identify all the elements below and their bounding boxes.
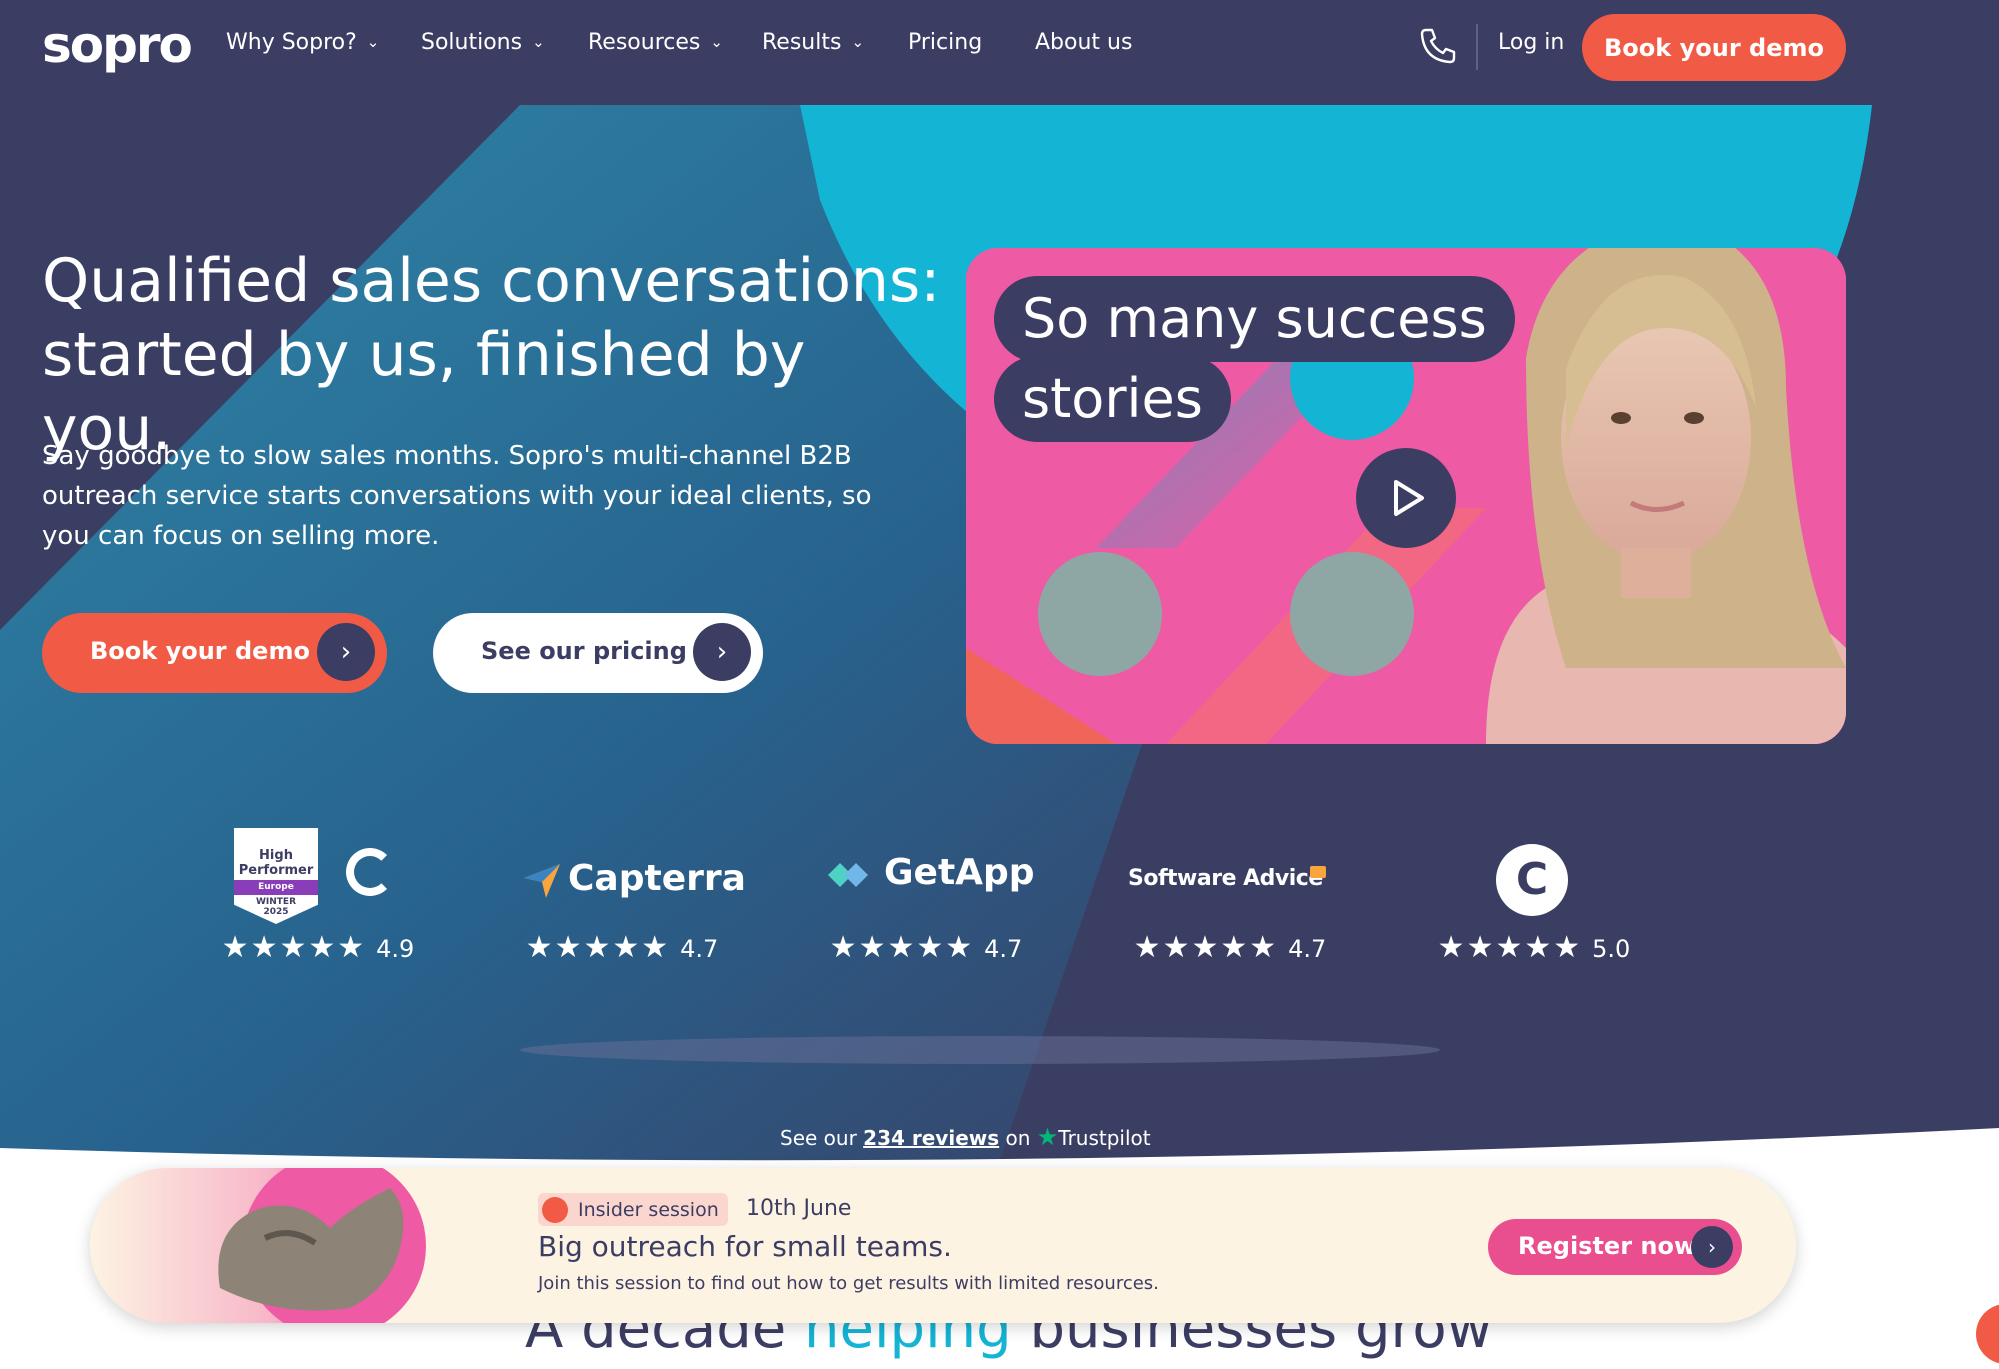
play-icon — [1394, 480, 1424, 516]
banner-artwork — [90, 1168, 426, 1323]
c-letter: C — [1515, 854, 1549, 905]
play-button[interactable] — [1356, 448, 1456, 548]
nav-divider — [1476, 24, 1478, 70]
c-logo: C — [1414, 820, 1654, 924]
badge-year: 2025 — [263, 907, 289, 917]
session-date: 10th June — [746, 1196, 852, 1221]
getapp-logo: GetApp — [806, 820, 1046, 924]
rating-stars: ★★★★★ — [525, 930, 671, 965]
g2-logo: High Performer Europe WINTER 2025 — [198, 820, 438, 924]
trustpilot-on: on — [1005, 1126, 1031, 1150]
nav-label: Solutions — [421, 30, 523, 55]
high-performer-badge: High Performer Europe WINTER 2025 — [234, 828, 318, 924]
rating-score: 4.7 — [1288, 935, 1327, 963]
nav-pricing[interactable]: Pricing — [908, 30, 982, 55]
video-caption-line1: So many success — [994, 276, 1515, 362]
rating-score: 4.7 — [680, 935, 719, 963]
rating-stars: ★★★★★ — [1133, 930, 1279, 965]
banner-description: Join this session to find out how to get… — [538, 1273, 1159, 1294]
capterra-arrow-icon — [524, 864, 560, 898]
nav-why-sopro[interactable]: Why Sopro? ⌄ — [226, 30, 379, 55]
rating-g2[interactable]: High Performer Europe WINTER 2025 ★★★★★ 4… — [198, 820, 438, 965]
badge-region: Europe — [234, 880, 318, 895]
banner-title: Big outreach for small teams. — [538, 1230, 952, 1263]
trustpilot-line: See our 234 reviews on ★Trustpilot — [780, 1123, 1151, 1151]
software-advice-wordmark: Software Advice — [1128, 866, 1323, 891]
register-label: Register now — [1518, 1232, 1697, 1260]
capterra-logo: Capterra — [502, 820, 746, 924]
trustpilot-star-icon: ★ — [1036, 1123, 1059, 1151]
insider-session-banner: Insider session 10th June Big outreach f… — [90, 1168, 1796, 1323]
rating-score: 4.7 — [984, 935, 1023, 963]
nav-label: Resources — [588, 30, 701, 55]
badge-line1: High — [259, 848, 293, 863]
rating-score: 5.0 — [1592, 935, 1631, 963]
getapp-chevrons-icon — [828, 863, 868, 887]
nav-about-us[interactable]: About us — [1035, 30, 1132, 55]
badge-season: WINTER — [255, 897, 297, 907]
nav-label: Results — [762, 30, 842, 55]
nav-label: Why Sopro? — [226, 30, 357, 55]
book-demo-label: Book your demo — [90, 637, 310, 665]
chevron-right-icon: › — [317, 623, 375, 681]
tag-label: Insider session — [578, 1198, 719, 1221]
login-link[interactable]: Log in — [1498, 30, 1564, 55]
chevron-down-icon: ⌄ — [532, 33, 545, 51]
hero-title: Qualified sales conversations: started b… — [42, 244, 942, 466]
nav-results[interactable]: Results ⌄ — [762, 30, 864, 55]
rating-capterra[interactable]: Capterra ★★★★★ 4.7 — [502, 820, 746, 965]
video-card[interactable]: So many success stories — [966, 248, 1846, 744]
phone-icon[interactable] — [1418, 26, 1458, 66]
trustpilot-brand[interactable]: Trustpilot — [1058, 1126, 1150, 1150]
nav-resources[interactable]: Resources ⌄ — [588, 30, 723, 55]
trustpilot-prefix: See our — [780, 1126, 857, 1150]
getapp-wordmark: GetApp — [884, 852, 1035, 893]
hero-subtitle: Say goodbye to slow sales months. Sopro'… — [42, 441, 872, 551]
sopro-logo[interactable]: sopro — [42, 16, 193, 74]
rating-stars: ★★★★★ — [829, 930, 975, 965]
see-pricing-label: See our pricing — [481, 637, 687, 665]
book-demo-nav-button[interactable]: Book your demo — [1582, 14, 1846, 81]
rating-c[interactable]: C ★★★★★ 5.0 — [1414, 820, 1654, 965]
video-caption-line2: stories — [994, 356, 1231, 442]
hero-title-line1: Qualified sales conversations: — [42, 246, 941, 316]
chevron-down-icon: ⌄ — [710, 33, 723, 51]
rating-stars: ★★★★★ — [1437, 930, 1583, 965]
register-now-button[interactable]: Register now › — [1488, 1219, 1742, 1275]
c-circle-icon: C — [1496, 844, 1568, 916]
see-pricing-button[interactable]: See our pricing › — [433, 613, 763, 693]
chevron-down-icon: ⌄ — [851, 33, 865, 51]
chevron-right-icon: › — [1691, 1226, 1733, 1268]
badge-line2: Performer — [238, 863, 314, 878]
g2-mark-icon — [346, 848, 394, 896]
rating-software-advice[interactable]: Software Advice ★★★★★ 4.7 — [1110, 820, 1350, 965]
capterra-wordmark: Capterra — [568, 858, 746, 899]
top-navigation: sopro Why Sopro? ⌄ Solutions ⌄ Resources ⌄ … — [0, 0, 1999, 105]
rating-stars: ★★★★★ — [221, 930, 367, 965]
insider-session-tag: Insider session — [538, 1193, 728, 1226]
software-advice-logo: Software Advice — [1110, 820, 1350, 924]
book-demo-button[interactable]: Book your demo › — [42, 613, 387, 693]
rating-getapp[interactable]: GetApp ★★★★★ 4.7 — [806, 820, 1046, 965]
chevron-right-icon: › — [693, 623, 751, 681]
chevron-down-icon: ⌄ — [366, 33, 380, 51]
nav-solutions[interactable]: Solutions ⌄ — [421, 30, 545, 55]
speech-bubble-icon — [1310, 866, 1326, 878]
rating-score: 4.9 — [376, 935, 415, 963]
trustpilot-reviews-link[interactable]: 234 reviews — [863, 1126, 999, 1150]
microphone-icon — [542, 1196, 568, 1223]
